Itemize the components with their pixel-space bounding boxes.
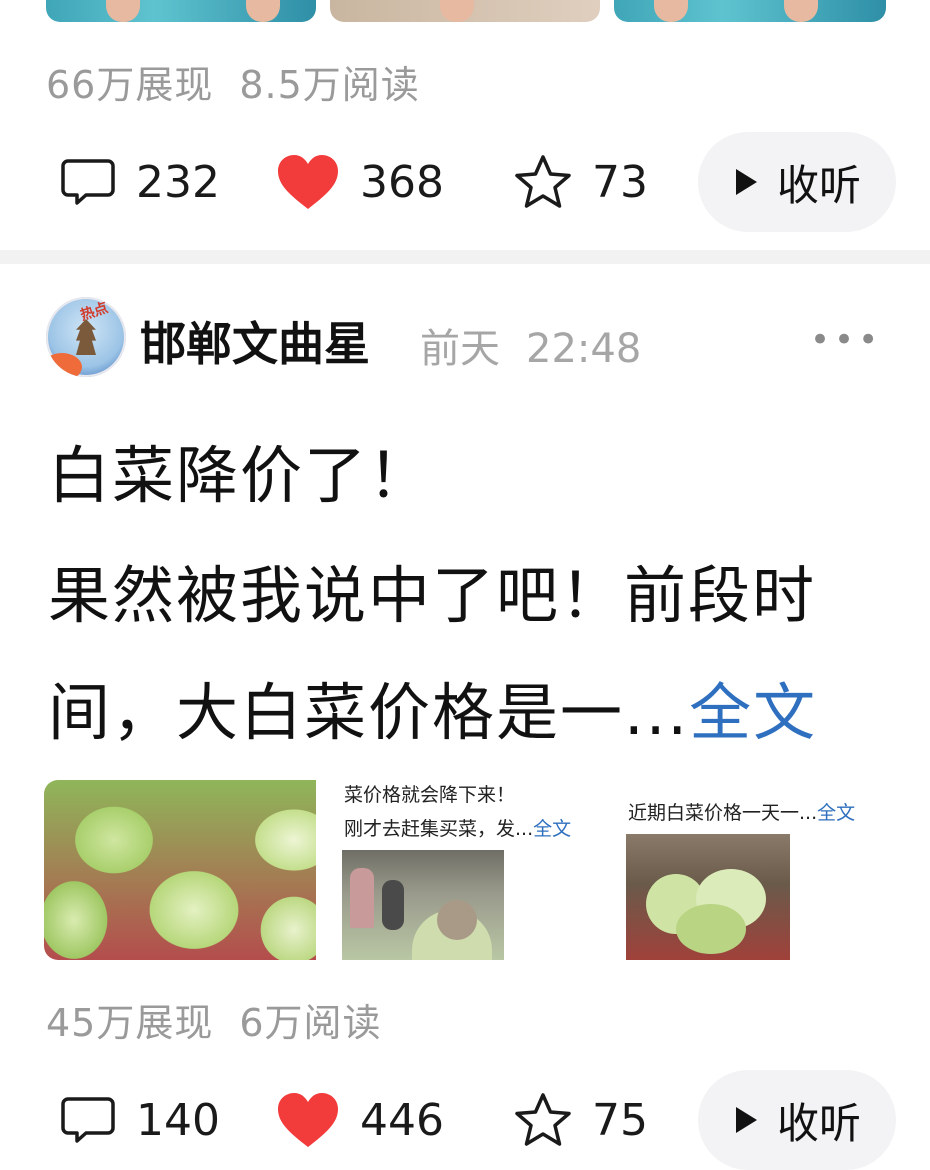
- post2-action-bar: 140 446 75 收听: [0, 1070, 930, 1170]
- card2-line2-wrap: 刚才去赶集买菜，发...全文: [344, 814, 571, 841]
- post1-image-3[interactable]: [614, 0, 886, 22]
- comment-count: 232: [136, 156, 220, 208]
- impressions-count: 45万展现: [46, 1001, 214, 1045]
- heart-icon: [278, 1093, 338, 1147]
- like-count: 446: [360, 1094, 444, 1146]
- comment-icon: [61, 1097, 115, 1143]
- comment-count: 140: [136, 1094, 220, 1146]
- post-text-line-3-content: 间，大白菜价格是一...: [48, 676, 690, 749]
- post-text-line-3: 间，大白菜价格是一...全文: [48, 662, 817, 752]
- card2-line1: 菜价格就会降下来！: [344, 784, 516, 806]
- card3-full-link: 全文: [817, 802, 856, 824]
- full-text-link[interactable]: 全文: [689, 676, 817, 749]
- post2-image-2[interactable]: 菜价格就会降下来！ 刚才去赶集买菜，发...全文: [330, 780, 600, 960]
- comment-icon: [61, 159, 115, 205]
- post-text-line-2: 果然被我说中了吧！前段时: [48, 559, 817, 632]
- card3-line1: 近期白菜价格一天一...: [628, 802, 818, 824]
- star-icon: [515, 155, 571, 208]
- post1-image-2[interactable]: [330, 0, 600, 22]
- post-clock: 22:48: [526, 326, 642, 372]
- reads-count: 8.5万阅读: [239, 63, 420, 107]
- author-name[interactable]: 邯郸文曲星: [140, 308, 370, 374]
- play-icon: [735, 1107, 757, 1133]
- favorite-count: 75: [592, 1094, 648, 1146]
- post1-action-bar: 232 368 73 收听: [0, 132, 930, 232]
- listen-button[interactable]: 收听: [698, 1070, 896, 1170]
- post-divider: [0, 250, 930, 264]
- post2-stats: 45万展现 6万阅读: [46, 992, 408, 1047]
- avatar-badge: 热点: [78, 300, 111, 324]
- like-button[interactable]: 446: [276, 1070, 444, 1170]
- listen-button[interactable]: 收听: [698, 132, 896, 232]
- listen-label: 收听: [776, 160, 861, 210]
- post2-image-1[interactable]: [44, 780, 316, 960]
- comment-button[interactable]: 140: [60, 1070, 220, 1170]
- post1-image-1[interactable]: [46, 0, 316, 22]
- favorite-button[interactable]: 73: [514, 132, 648, 232]
- more-icon[interactable]: •••: [810, 320, 882, 360]
- star-icon: [515, 1093, 571, 1146]
- favorite-count: 73: [592, 156, 648, 208]
- impressions-count: 66万展现: [46, 63, 214, 107]
- reads-count: 6万阅读: [239, 1001, 382, 1045]
- post2-image-3[interactable]: 近期白菜价格一天一...全文: [614, 780, 886, 960]
- post-text-line-1: 白菜降价了！: [48, 439, 433, 512]
- like-button[interactable]: 368: [276, 132, 444, 232]
- post-time: 前天 22:48: [420, 316, 667, 374]
- market-photo: [342, 850, 504, 960]
- comment-button[interactable]: 232: [60, 132, 220, 232]
- play-icon: [735, 169, 757, 195]
- cabbage-photo: [626, 834, 790, 960]
- card3-line1-wrap: 近期白菜价格一天一...全文: [628, 798, 855, 825]
- card2-full-link: 全文: [533, 818, 572, 840]
- like-count: 368: [360, 156, 444, 208]
- post1-stats: 66万展现 8.5万阅读: [46, 54, 446, 109]
- author-avatar[interactable]: 热点: [46, 297, 126, 377]
- heart-icon: [278, 155, 338, 209]
- favorite-button[interactable]: 75: [514, 1070, 648, 1170]
- post-day: 前天: [420, 326, 500, 372]
- card2-line2: 刚才去赶集买菜，发...: [344, 818, 534, 840]
- listen-label: 收听: [776, 1098, 861, 1148]
